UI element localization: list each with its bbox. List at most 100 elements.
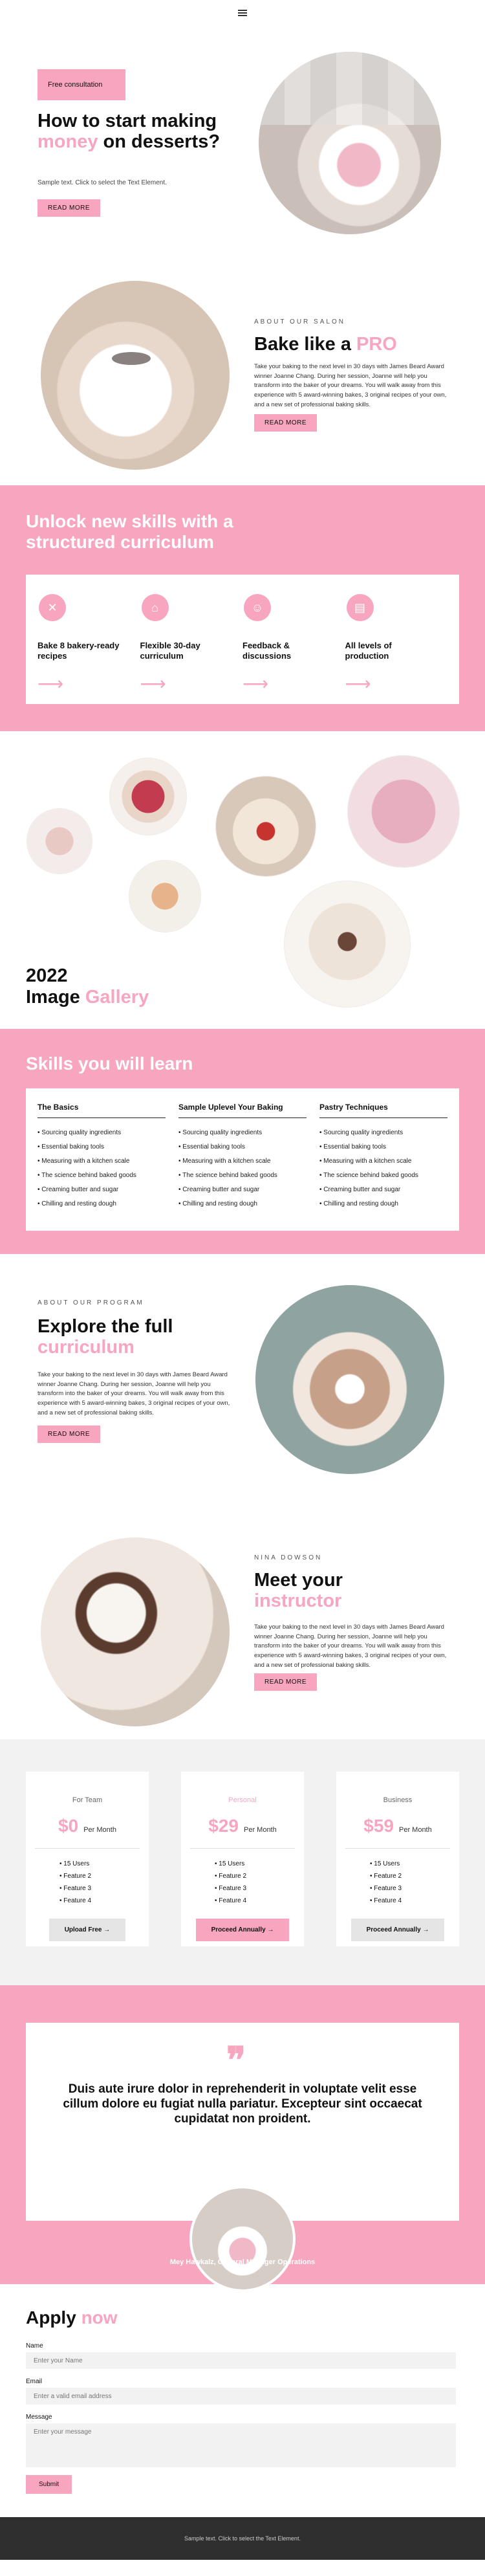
instructor-read-more-button[interactable]: READ MORE bbox=[254, 1673, 318, 1691]
list-item: Sourcing quality ingredients bbox=[319, 1126, 447, 1140]
program-title-highlight: curriculum bbox=[38, 1337, 135, 1358]
whisk-icon: ✕ bbox=[39, 594, 66, 621]
hero-title-text-a: How to start making bbox=[38, 111, 217, 131]
footer: Sample text. Click to select the Text El… bbox=[0, 2517, 485, 2560]
arrow-right-icon[interactable]: ⟶ bbox=[242, 673, 268, 694]
list-item: 15 Users bbox=[370, 1858, 459, 1870]
divider bbox=[190, 1848, 295, 1849]
plan-amount: $29 bbox=[208, 1816, 239, 1836]
arrow-right-icon[interactable]: ⟶ bbox=[345, 673, 371, 694]
about-title-highlight: PRO bbox=[356, 334, 397, 355]
hero-section: Free consultation How to start making mo… bbox=[0, 26, 485, 265]
list-item: Feature 4 bbox=[59, 1895, 149, 1907]
list-item: Feature 4 bbox=[370, 1895, 459, 1907]
gallery-image-layer-cake[interactable] bbox=[129, 861, 200, 932]
hero-read-more-button[interactable]: READ MORE bbox=[38, 199, 101, 217]
list-item: Feature 3 bbox=[370, 1882, 459, 1895]
program-eyebrow: ABOUT OUR PROGRAM bbox=[38, 1299, 144, 1306]
list-item: The science behind baked goods bbox=[178, 1169, 307, 1183]
curriculum-card[interactable]: ▤ All levels of production ⟶ bbox=[345, 594, 448, 694]
apply-form: Name Email Message Submit bbox=[26, 2342, 456, 2494]
name-field[interactable] bbox=[26, 2352, 456, 2369]
gallery-image-chocolate-cake[interactable] bbox=[285, 881, 410, 1007]
pricing-section: For Team $0 Per Month 15 Users Feature 2… bbox=[0, 1739, 485, 1985]
plan-period: Per Month bbox=[83, 1826, 116, 1834]
list-item: Measuring with a kitchen scale bbox=[38, 1154, 166, 1169]
message-field[interactable] bbox=[26, 2423, 456, 2467]
hero-title-highlight: money bbox=[38, 131, 98, 152]
upload-free-button[interactable]: Upload Free → bbox=[48, 1919, 126, 1941]
list-item: Sourcing quality ingredients bbox=[38, 1126, 166, 1140]
list-item: Measuring with a kitchen scale bbox=[178, 1154, 307, 1169]
curriculum-card[interactable]: ⌂ Flexible 30-day curriculum ⟶ bbox=[140, 594, 243, 694]
curriculum-card-label: Feedback & discussions bbox=[242, 641, 292, 661]
plan-period: Per Month bbox=[398, 1826, 432, 1834]
free-consultation-tag[interactable]: Free consultation bbox=[38, 69, 125, 100]
list-item: Creaming butter and sugar bbox=[178, 1183, 307, 1197]
plan-name: Personal bbox=[228, 1796, 257, 1804]
skills-title: Skills you will learn bbox=[26, 1053, 193, 1073]
plan-price: $59 Per Month bbox=[336, 1816, 459, 1836]
apply-title: Apply now bbox=[26, 2307, 118, 2328]
list-item: Chilling and resting dough bbox=[38, 1197, 166, 1211]
pricing-plan-team: For Team $0 Per Month 15 Users Feature 2… bbox=[26, 1772, 149, 1946]
program-title-text: Explore the full bbox=[38, 1316, 173, 1337]
top-bar bbox=[0, 0, 485, 26]
about-read-more-button[interactable]: READ MORE bbox=[254, 414, 318, 432]
skills-column-heading: Sample Uplevel Your Baking bbox=[178, 1103, 307, 1118]
gallery-image-cake[interactable] bbox=[216, 776, 316, 876]
apply-section: Apply now Name Email Message Submit bbox=[0, 2284, 485, 2517]
curriculum-card[interactable]: ☺ Feedback & discussions ⟶ bbox=[242, 594, 345, 694]
skills-column-heading: The Basics bbox=[38, 1103, 166, 1118]
proceed-annually-button[interactable]: Proceed Annually → bbox=[195, 1919, 290, 1941]
gallery-image-macarons[interactable] bbox=[27, 809, 92, 874]
plan-price: $29 Per Month bbox=[181, 1816, 304, 1836]
testimonial-section: ❞ Duis aute irure dolor in reprehenderit… bbox=[0, 1985, 485, 2292]
proceed-annually-button[interactable]: Proceed Annually → bbox=[350, 1919, 445, 1941]
curriculum-card-label: Bake 8 bakery-ready recipes bbox=[38, 641, 120, 661]
testimonial-text: Duis aute irure dolor in reprehenderit i… bbox=[63, 2082, 422, 2126]
instructor-name: NINA DOWSON bbox=[254, 1554, 323, 1561]
curriculum-section: Unlock new skills with a structured curr… bbox=[0, 485, 485, 731]
pricing-plan-business: Business $59 Per Month 15 Users Feature … bbox=[336, 1772, 459, 1946]
list-item: Chilling and resting dough bbox=[178, 1197, 307, 1211]
instructor-paragraph: Take your baking to the next level in 30… bbox=[254, 1624, 447, 1669]
hero-title: How to start making money on desserts? bbox=[38, 111, 225, 153]
list-item: Feature 2 bbox=[370, 1870, 459, 1882]
program-read-more-button[interactable]: READ MORE bbox=[38, 1426, 101, 1443]
plan-amount: $59 bbox=[363, 1816, 394, 1836]
skills-section: Skills you will learn The Basics Sourcin… bbox=[0, 1029, 485, 1254]
plan-name: For Team bbox=[72, 1796, 103, 1804]
list-item: Feature 3 bbox=[59, 1882, 149, 1895]
list-item: Creaming butter and sugar bbox=[38, 1183, 166, 1197]
gallery-image-meringues[interactable] bbox=[348, 756, 459, 867]
instructor-title-highlight: instructor bbox=[254, 1591, 342, 1612]
plan-price: $0 Per Month bbox=[26, 1816, 149, 1836]
arrow-right-icon[interactable]: ⟶ bbox=[140, 673, 166, 694]
hamburger-icon[interactable] bbox=[238, 10, 247, 16]
list-item: Chilling and resting dough bbox=[319, 1197, 447, 1211]
submit-button[interactable]: Submit bbox=[26, 2475, 72, 2494]
list-item: Essential baking tools bbox=[178, 1140, 307, 1154]
quote-icon: ❞ bbox=[226, 2039, 246, 2082]
email-field[interactable] bbox=[26, 2388, 456, 2405]
hero-sample-text: Sample text. Click to select the Text El… bbox=[38, 179, 167, 186]
curriculum-card[interactable]: ✕ Bake 8 bakery-ready recipes ⟶ bbox=[38, 594, 140, 694]
list-item: Creaming butter and sugar bbox=[319, 1183, 447, 1197]
skills-column: Pastry Techniques Sourcing quality ingre… bbox=[313, 1103, 454, 1216]
about-eyebrow: ABOUT OUR SALON bbox=[254, 318, 345, 325]
calendar-icon: ⌂ bbox=[141, 594, 169, 621]
program-title: Explore the full curriculum bbox=[38, 1316, 232, 1358]
instructor-photo bbox=[41, 1537, 230, 1726]
list-item: Essential baking tools bbox=[319, 1140, 447, 1154]
instructor-title: Meet your instructor bbox=[254, 1570, 409, 1612]
divider bbox=[345, 1848, 450, 1849]
curriculum-card-label: All levels of production bbox=[345, 641, 392, 661]
plan-period: Per Month bbox=[243, 1826, 277, 1834]
gallery-image-tart[interactable] bbox=[110, 758, 186, 835]
about-paragraph: Take your baking to the next level in 30… bbox=[254, 363, 447, 408]
testimonial-author: Mey Hawkalz, General Manager Operations bbox=[169, 2258, 316, 2266]
gallery-title-highlight: Gallery bbox=[85, 987, 149, 1008]
arrow-right-icon[interactable]: ⟶ bbox=[38, 673, 63, 694]
about-section: ABOUT OUR SALON Bake like a PRO Take you… bbox=[0, 265, 485, 485]
